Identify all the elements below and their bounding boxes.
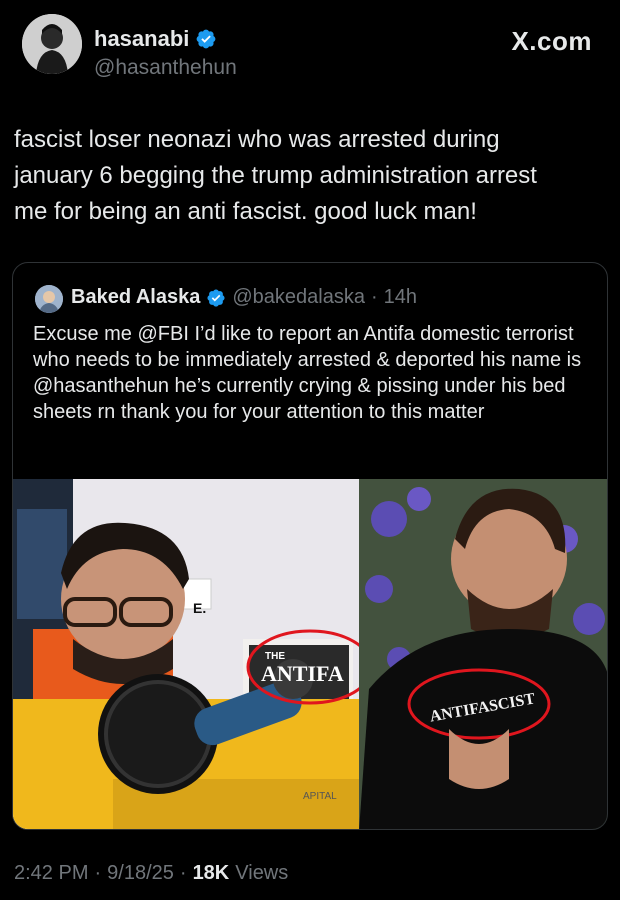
sign-text: E. xyxy=(193,600,206,616)
verified-badge-icon xyxy=(196,29,216,49)
footer-separator: · xyxy=(179,862,187,884)
author-name-row: hasanabi xyxy=(94,26,217,52)
quoted-display-name[interactable]: Baked Alaska xyxy=(71,286,200,309)
quoted-handle[interactable]: @bakedalaska xyxy=(232,286,365,309)
quoted-tweet[interactable]: Baked Alaska @bakedalaska · 14h Excuse m… xyxy=(12,262,608,830)
tweet-footer: 2:42 PM · 9/18/25 · 18K Views xyxy=(14,862,288,885)
views-count[interactable]: 18K xyxy=(193,862,230,885)
book-title-text: ANTIFA xyxy=(261,661,344,686)
brand-logo: X.com xyxy=(511,26,592,56)
post-date[interactable]: 9/18/25 xyxy=(107,862,174,885)
author-avatar[interactable] xyxy=(22,14,82,74)
footer-separator: · xyxy=(94,862,102,884)
author-display-name[interactable]: hasanabi xyxy=(94,26,189,52)
quoted-media[interactable]: THE ANTIFA E. APITAL ANTIFASCIST xyxy=(13,479,607,829)
post-time[interactable]: 2:42 PM xyxy=(14,862,88,885)
capital-text: APITAL xyxy=(303,791,337,802)
tweet-header: hasanabi @hasanthehun X.com xyxy=(22,14,602,94)
quoted-separator: · xyxy=(370,286,378,308)
media-image-left[interactable]: THE ANTIFA E. APITAL xyxy=(13,479,359,829)
author-handle[interactable]: @hasanthehun xyxy=(94,56,237,80)
quoted-text: Excuse me @FBI I’d like to report an Ant… xyxy=(33,323,582,423)
media-image-right[interactable]: ANTIFASCIST xyxy=(359,479,607,829)
views-label[interactable]: Views xyxy=(235,862,288,885)
quoted-author-avatar[interactable] xyxy=(35,285,63,313)
tweet-text: fascist loser neonazi who was arrested d… xyxy=(14,126,537,225)
verified-badge-icon xyxy=(207,288,225,307)
quoted-time[interactable]: 14h xyxy=(384,286,417,309)
quoted-name-row: Baked Alaska @bakedalaska · 14h xyxy=(71,286,417,309)
